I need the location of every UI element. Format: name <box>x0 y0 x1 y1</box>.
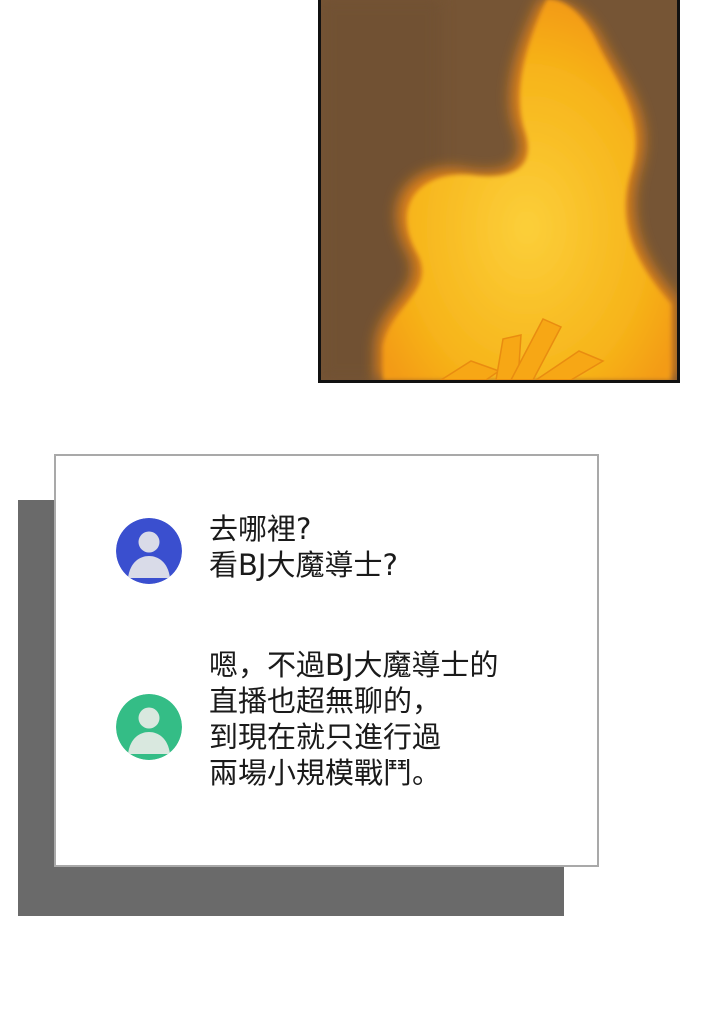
chat-line: 去哪裡? <box>209 512 312 546</box>
chat-line: 嗯，不過BJ大魔導士的 <box>209 648 499 682</box>
chat-line: 看BJ大魔導士? <box>209 548 398 582</box>
chat-line: 兩場小規模戰鬥。 <box>209 756 442 790</box>
user-avatar-icon <box>116 694 182 760</box>
comic-panel <box>318 0 680 383</box>
flame-illustration <box>321 0 677 380</box>
chat-message-2: 嗯，不過BJ大魔導士的 直播也超無聊的， 到現在就只進行過 兩場小規模戰鬥。 <box>209 647 498 791</box>
chat-message-1: 去哪裡? 看BJ大魔導士? <box>209 511 398 583</box>
chat-line: 到現在就只進行過 <box>209 720 442 754</box>
user-avatar-icon <box>116 518 182 584</box>
chat-line: 直播也超無聊的， <box>209 684 442 718</box>
